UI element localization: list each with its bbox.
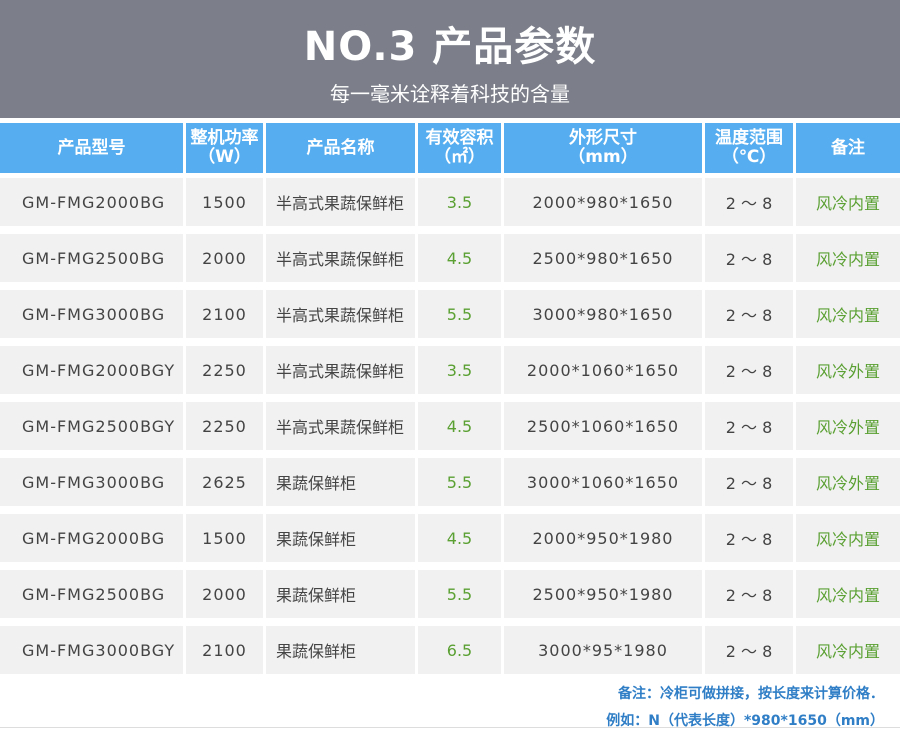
table-row: GM-FMG2000BGY 2250 半高式果蔬保鲜柜 3.5 2000*1060*16… xyxy=(0,344,900,394)
cell-volume: 4.5 xyxy=(418,234,501,282)
cell-temperature: 2 ～ 8 xyxy=(705,290,793,338)
table-row: GM-FMG2000BG 1500 半高式果蔬保鲜柜 3.5 2000*980*1650… xyxy=(0,176,900,226)
cell-volume: 5.5 xyxy=(418,570,501,618)
cell-product-name: 半高式果蔬保鲜柜 xyxy=(266,178,415,226)
cell-remarks: 风冷外置 xyxy=(796,346,900,394)
cell-volume: 6.5 xyxy=(418,626,501,674)
table-row: GM-FMG2500BG 2000 半高式果蔬保鲜柜 4.5 2500*980*1650… xyxy=(0,232,900,282)
table-row: GM-FMG2500BG 2000 果蔬保鲜柜 5.5 2500*950*1980 2 ～… xyxy=(0,568,900,618)
cell-power: 2100 xyxy=(186,626,263,674)
cell-product-name: 半高式果蔬保鲜柜 xyxy=(266,402,415,450)
cell-temperature: 2 ～ 8 xyxy=(705,458,793,506)
cell-remarks: 风冷内置 xyxy=(796,514,900,562)
cell-remarks: 风冷内置 xyxy=(796,234,900,282)
cell-remarks: 风冷内置 xyxy=(796,570,900,618)
cell-model: GM-FMG2500BG xyxy=(0,570,183,618)
cell-volume: 4.5 xyxy=(418,402,501,450)
cell-dimensions: 3000*1060*1650 xyxy=(504,458,702,506)
cell-dimensions: 2500*1060*1650 xyxy=(504,402,702,450)
column-header-dimensions: 外形尺寸 （mm） xyxy=(504,123,702,173)
cell-volume: 5.5 xyxy=(418,458,501,506)
cell-product-name: 果蔬保鲜柜 xyxy=(266,626,415,674)
cell-temperature: 2 ～ 8 xyxy=(705,402,793,450)
column-header-volume: 有效容积 （㎡） xyxy=(418,123,501,173)
cell-power: 2250 xyxy=(186,346,263,394)
page-subtitle: 每一毫米诠释着科技的含量 xyxy=(330,82,570,106)
cell-remarks: 风冷内置 xyxy=(796,626,900,674)
cell-dimensions: 2000*980*1650 xyxy=(504,178,702,226)
cell-model: GM-FMG3000BG xyxy=(0,290,183,338)
column-header-product-name: 产品名称 xyxy=(266,123,415,173)
cell-volume: 5.5 xyxy=(418,290,501,338)
table-row: GM-FMG2500BGY 2250 半高式果蔬保鲜柜 4.5 2500*1060*16… xyxy=(0,400,900,450)
cell-dimensions: 2000*1060*1650 xyxy=(504,346,702,394)
table-row: GM-FMG3000BG 2100 半高式果蔬保鲜柜 5.5 3000*980*1650… xyxy=(0,288,900,338)
cell-remarks: 风冷内置 xyxy=(796,178,900,226)
table-row: GM-FMG2000BG 1500 果蔬保鲜柜 4.5 2000*950*1980 2 ～… xyxy=(0,512,900,562)
cell-product-name: 半高式果蔬保鲜柜 xyxy=(266,346,415,394)
cell-model: GM-FMG3000BG xyxy=(0,458,183,506)
cell-power: 2000 xyxy=(186,570,263,618)
cell-temperature: 2 ～ 8 xyxy=(705,178,793,226)
table-header: 产品型号 整机功率 （W） 产品名称 有效容积 （㎡） 外形尺寸 （mm） 温度… xyxy=(0,120,900,176)
cell-model: GM-FMG2000BG xyxy=(0,514,183,562)
cell-power: 1500 xyxy=(186,514,263,562)
cell-power: 2250 xyxy=(186,402,263,450)
cell-product-name: 果蔬保鲜柜 xyxy=(266,514,415,562)
cell-remarks: 风冷内置 xyxy=(796,290,900,338)
title-banner: NO.3 产品参数 每一毫米诠释着科技的含量 xyxy=(0,0,900,118)
cell-volume: 3.5 xyxy=(418,346,501,394)
cell-model: GM-FMG2500BGY xyxy=(0,402,183,450)
table-row: GM-FMG3000BG 2625 果蔬保鲜柜 5.5 3000*1060*1650 2 … xyxy=(0,456,900,506)
cell-remarks: 风冷外置 xyxy=(796,458,900,506)
table-row: GM-FMG3000BGY 2100 果蔬保鲜柜 6.5 3000*95*1980 2 ～… xyxy=(0,624,900,674)
note-line-1: 备注：冷柜可做拼接，按长度来计算价格． xyxy=(618,686,884,702)
cell-temperature: 2 ～ 8 xyxy=(705,234,793,282)
page-title: NO.3 产品参数 xyxy=(303,24,597,70)
cell-product-name: 半高式果蔬保鲜柜 xyxy=(266,290,415,338)
cell-model: GM-FMG3000BGY xyxy=(0,626,183,674)
cell-dimensions: 3000*980*1650 xyxy=(504,290,702,338)
cell-model: GM-FMG2000BG xyxy=(0,178,183,226)
cell-volume: 4.5 xyxy=(418,514,501,562)
cell-power: 1500 xyxy=(186,178,263,226)
column-header-temperature: 温度范围 （℃） xyxy=(705,123,793,173)
cell-dimensions: 2500*980*1650 xyxy=(504,234,702,282)
cell-model: GM-FMG2000BGY xyxy=(0,346,183,394)
cell-product-name: 半高式果蔬保鲜柜 xyxy=(266,234,415,282)
column-header-remarks: 备注 xyxy=(796,123,900,173)
cell-power: 2000 xyxy=(186,234,263,282)
column-header-model: 产品型号 xyxy=(0,123,183,173)
cell-dimensions: 2000*950*1980 xyxy=(504,514,702,562)
cell-temperature: 2 ～ 8 xyxy=(705,626,793,674)
cell-power: 2100 xyxy=(186,290,263,338)
cell-temperature: 2 ～ 8 xyxy=(705,570,793,618)
cell-temperature: 2 ～ 8 xyxy=(705,346,793,394)
cell-product-name: 果蔬保鲜柜 xyxy=(266,458,415,506)
column-header-power: 整机功率 （W） xyxy=(186,123,263,173)
cell-dimensions: 3000*95*1980 xyxy=(504,626,702,674)
cell-dimensions: 2500*950*1980 xyxy=(504,570,702,618)
cell-temperature: 2 ～ 8 xyxy=(705,514,793,562)
divider xyxy=(0,727,900,728)
cell-power: 2625 xyxy=(186,458,263,506)
cell-volume: 3.5 xyxy=(418,178,501,226)
cell-remarks: 风冷外置 xyxy=(796,402,900,450)
cell-model: GM-FMG2500BG xyxy=(0,234,183,282)
cell-product-name: 果蔬保鲜柜 xyxy=(266,570,415,618)
